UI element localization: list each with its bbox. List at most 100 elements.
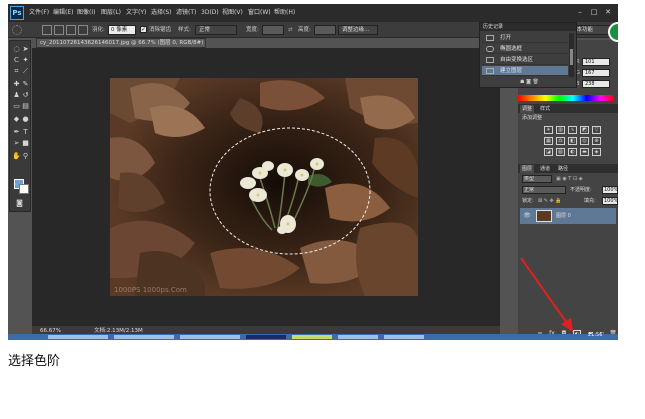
eraser-icon[interactable]: ▭ <box>12 102 21 111</box>
fill-input[interactable]: 100% <box>602 197 618 205</box>
close-icon[interactable]: ✕ <box>602 6 614 18</box>
quick-mask-icon[interactable]: ◙ <box>15 199 24 208</box>
exposure-icon[interactable]: ◩ <box>580 126 589 134</box>
history-item-new-layer[interactable]: 建立图层 <box>482 66 568 76</box>
history-brush-icon[interactable]: ↺ <box>21 91 30 100</box>
healing-icon[interactable]: ✚ <box>12 80 21 89</box>
menu-type[interactable]: 文字(Y) <box>126 7 146 19</box>
levels-icon[interactable]: ▥ <box>556 126 565 134</box>
dodge-icon[interactable]: ● <box>21 115 30 124</box>
history-action-icons[interactable]: ☗ ◙ 🗑 <box>520 78 539 86</box>
menu-image[interactable]: 图像(I) <box>77 7 95 19</box>
taskbar-button[interactable] <box>48 335 108 339</box>
text-icon[interactable]: T <box>21 128 30 137</box>
antialias-checkbox[interactable]: ✓ <box>140 26 147 33</box>
opacity-input[interactable]: 100% <box>602 186 618 194</box>
color-b-input[interactable]: 238 <box>582 80 610 88</box>
threshold-icon[interactable]: ◐ <box>568 148 577 156</box>
menu-file[interactable]: 文件(F) <box>29 7 49 19</box>
marquee-tool-preset-icon[interactable] <box>12 25 22 35</box>
intersect-selection-icon[interactable] <box>78 25 88 35</box>
path-select-icon[interactable]: ➢ <box>12 139 21 148</box>
height-input[interactable] <box>314 25 336 35</box>
brush-icon[interactable]: ✎ <box>21 80 30 89</box>
color-balance-icon[interactable]: ⚖ <box>556 137 565 145</box>
vibrance-icon[interactable]: ▽ <box>592 126 601 134</box>
feather-input[interactable]: 0 像素 <box>108 25 136 35</box>
blur-icon[interactable]: ◆ <box>12 115 21 124</box>
swap-icon[interactable]: ⇄ <box>288 25 293 35</box>
taskbar-button[interactable] <box>246 335 286 339</box>
magic-wand-icon[interactable]: ✦ <box>21 56 30 65</box>
refine-edge-button[interactable]: 调整边缘... <box>338 25 378 35</box>
document-tab[interactable]: cy_20110726143626146017.jpg @ 66.7% (图层 … <box>36 38 206 48</box>
menu-window[interactable]: 窗口(W) <box>248 7 271 19</box>
photoshop-window: Ps 文件(F) 编辑(E) 图像(I) 图层(L) 文字(Y) 选择(S) 滤… <box>8 4 618 338</box>
menu-3d[interactable]: 3D(D) <box>201 7 219 19</box>
menu-filter[interactable]: 滤镜(T) <box>176 7 196 19</box>
shape-icon[interactable]: ■ <box>21 139 30 148</box>
subtract-selection-icon[interactable] <box>66 25 76 35</box>
marquee-icon[interactable]: ◌ <box>12 45 21 54</box>
zoom-icon[interactable]: ⚲ <box>21 152 30 161</box>
pen-icon[interactable]: ✒ <box>12 128 21 137</box>
selective-color-icon[interactable]: ◈ <box>592 148 601 156</box>
lock-label: 锁定: <box>522 198 534 204</box>
posterize-icon[interactable]: ▧ <box>556 148 565 156</box>
move-icon[interactable]: ➤ <box>21 45 30 54</box>
crop-icon[interactable]: ⌗ <box>12 67 21 76</box>
lock-icons[interactable]: ⊠ ✎ ✥ 🔒 <box>538 197 562 205</box>
tab-paths[interactable]: 路径 <box>556 165 570 173</box>
taskbar-button[interactable] <box>338 335 378 339</box>
taskbar-button[interactable] <box>384 335 424 339</box>
lasso-icon[interactable]: ᑕ <box>12 56 21 65</box>
history-item-transform[interactable]: 自由变换选区 <box>482 55 568 65</box>
color-spectrum[interactable] <box>518 95 614 101</box>
tab-styles[interactable]: 样式 <box>538 105 552 113</box>
minimize-icon[interactable]: – <box>574 6 586 18</box>
eyedropper-icon[interactable]: ⟋ <box>21 67 30 76</box>
taskbar-button[interactable] <box>292 335 332 339</box>
history-title: 历史记录 <box>480 23 576 31</box>
style-select[interactable]: 正常 <box>195 25 237 35</box>
tab-channels[interactable]: 通道 <box>538 165 552 173</box>
blend-mode-select[interactable]: 正常 <box>522 186 566 194</box>
hue-sat-icon[interactable]: ▦ <box>544 137 553 145</box>
layer-row[interactable]: 👁 图层 0 <box>520 208 616 224</box>
menu-edit[interactable]: 编辑(E) <box>53 7 73 19</box>
tab-layers[interactable]: 图层 <box>520 165 535 173</box>
history-item-label: 自由变换选区 <box>500 57 534 63</box>
taskbar-button[interactable] <box>180 335 240 339</box>
width-input[interactable] <box>262 25 284 35</box>
history-item-ellipse[interactable]: 椭圆选框 <box>482 44 568 54</box>
brightness-icon[interactable]: ☀ <box>544 126 553 134</box>
stamp-icon[interactable]: ♟ <box>12 91 21 100</box>
layer-name[interactable]: 图层 0 <box>556 212 571 220</box>
maximize-icon[interactable]: □ <box>588 6 600 18</box>
color-r-input[interactable]: 101 <box>582 58 610 66</box>
history-item-open[interactable]: 打开 <box>482 33 568 43</box>
invert-icon[interactable]: ◪ <box>544 148 553 156</box>
hand-icon[interactable]: ✋ <box>12 152 21 161</box>
tab-adjustments[interactable]: 调整 <box>520 105 535 113</box>
menu-view[interactable]: 视图(V) <box>222 7 243 19</box>
document-photo[interactable]: 1000PS 1000ps.Com <box>110 78 418 296</box>
eye-icon[interactable]: 👁 <box>523 212 531 220</box>
channel-mixer-icon[interactable]: ⊕ <box>592 137 601 145</box>
layer-filter-icons[interactable]: ▣ ◉ T ⊡ ◈ <box>556 175 583 183</box>
layer-kind-filter[interactable]: 类型 <box>522 175 552 183</box>
menu-select[interactable]: 选择(S) <box>151 7 172 19</box>
menu-help[interactable]: 帮助(H) <box>274 7 295 19</box>
curves-icon[interactable]: ∿ <box>568 126 577 134</box>
history-scroll-thumb[interactable] <box>570 49 573 65</box>
background-color-swatch[interactable] <box>19 184 29 194</box>
add-selection-icon[interactable] <box>54 25 64 35</box>
taskbar-button[interactable] <box>114 335 174 339</box>
menu-layer[interactable]: 图层(L) <box>101 7 121 19</box>
new-selection-icon[interactable] <box>42 25 52 35</box>
gradient-map-icon[interactable]: ▬ <box>580 148 589 156</box>
photo-filter-icon[interactable]: ◎ <box>580 137 589 145</box>
gradient-icon[interactable]: ▤ <box>21 102 30 111</box>
color-g-input[interactable]: 167 <box>582 69 610 77</box>
bw-icon[interactable]: ◧ <box>568 137 577 145</box>
